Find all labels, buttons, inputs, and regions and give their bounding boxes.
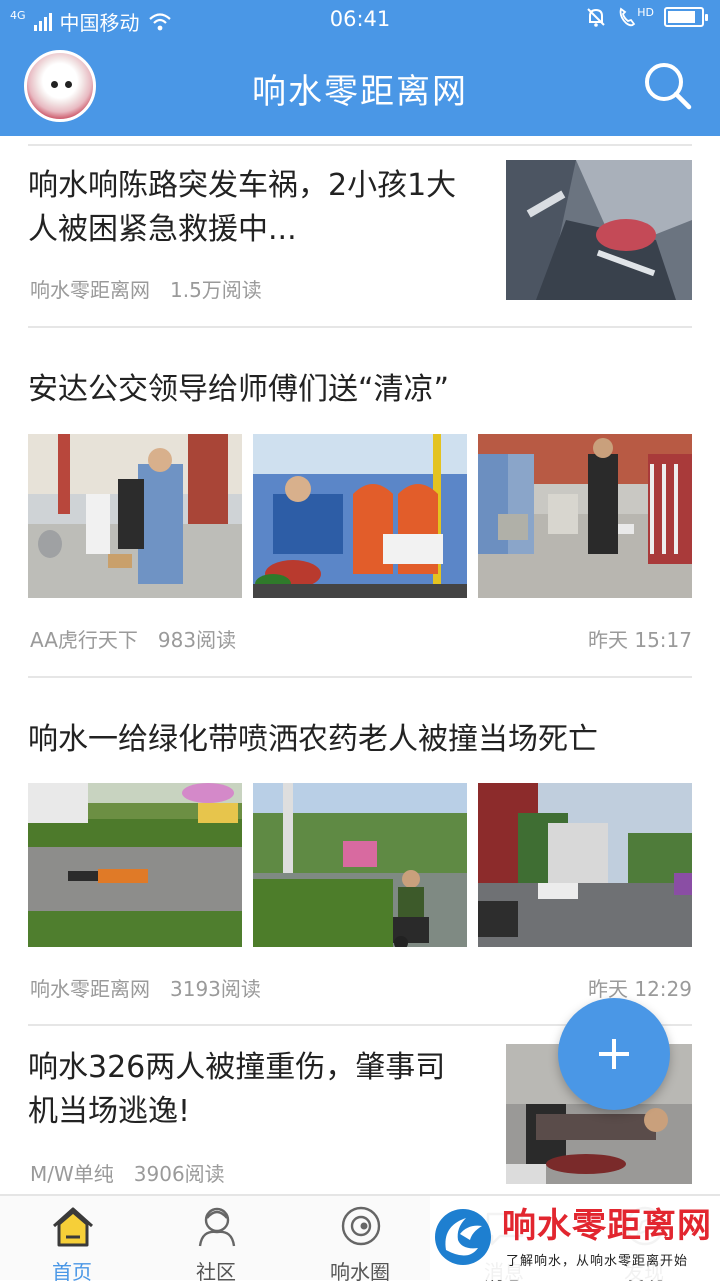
site-watermark: 响水零距离网 了解响水，从响水零距离开始: [430, 1196, 720, 1280]
article-source: 响水零距离网: [30, 977, 150, 1001]
page-title: 响水零距离网: [252, 72, 468, 112]
article-reads: 3193阅读: [170, 977, 261, 1001]
article-reads: 3906阅读: [133, 1162, 225, 1186]
article-time: 昨天 12:29: [588, 977, 692, 1001]
divider: [28, 326, 692, 328]
watermark-title: 响水零距离网: [502, 1206, 712, 1246]
home-icon: [52, 1207, 94, 1247]
article-thumbnail[interactable]: [506, 160, 692, 300]
community-icon: [198, 1207, 236, 1247]
article-photo[interactable]: [28, 783, 242, 947]
add-post-button[interactable]: [558, 998, 670, 1110]
hd-call-icon: HD: [617, 6, 654, 28]
article-reads: 983阅读: [157, 628, 237, 652]
divider: [28, 676, 692, 678]
circle-icon: [341, 1206, 381, 1246]
status-bar: 4G 中国移动 06:41 HD: [0, 0, 720, 38]
article-photo[interactable]: [253, 434, 467, 598]
tab-home[interactable]: 首页: [12, 1196, 132, 1284]
article-source: AA虎行天下: [30, 628, 138, 652]
tab-community[interactable]: 社区: [156, 1196, 276, 1284]
article-title-line: 响水响陈路突发车祸，2小孩1大: [28, 168, 457, 203]
article-source: 响水零距离网: [30, 278, 150, 302]
hd-label: HD: [637, 6, 654, 19]
article-meta: AA虎行天下 983阅读: [30, 624, 236, 653]
battery-fill: [668, 11, 696, 23]
watermark-logo-icon: [435, 1209, 491, 1265]
divider: [28, 144, 692, 146]
watermark-subtitle: 了解响水，从响水零距离开始: [506, 1254, 689, 1269]
article-meta: M/W单纯 3906阅读: [30, 1158, 225, 1187]
article-title-line: 响水326两人被撞重伤，肇事司: [28, 1050, 446, 1085]
tab-label: 响水圈: [330, 1260, 390, 1284]
article-time: 昨天 15:17: [588, 628, 692, 652]
article-title[interactable]: 安达公交领导给师傅们送“清凉”: [28, 368, 692, 412]
article-title-line: 机当场逃逸!: [28, 1094, 191, 1129]
tab-label: 首页: [52, 1260, 92, 1284]
app-header: 4G 中国移动 06:41 HD 响水零距离网: [0, 0, 720, 136]
tab-label: 社区: [196, 1260, 236, 1284]
article-title-line: 人被困紧急救援中...: [28, 212, 297, 247]
article-photo[interactable]: [253, 783, 467, 947]
article-meta: 响水零距离网 1.5万阅读: [30, 274, 262, 303]
bell-muted-icon: [587, 8, 605, 27]
article-title[interactable]: 响水响陈路突发车祸，2小孩1大 人被困紧急救援中...: [28, 164, 498, 252]
article-reads: 1.5万阅读: [170, 278, 262, 302]
article-photo[interactable]: [478, 783, 692, 947]
article-title[interactable]: 响水326两人被撞重伤，肇事司 机当场逃逸!: [28, 1046, 498, 1134]
article-meta: 响水零距离网 3193阅读: [30, 973, 261, 1002]
article-source: M/W单纯: [30, 1162, 114, 1186]
search-icon[interactable]: [642, 60, 694, 112]
tab-circle[interactable]: 响水圈: [300, 1196, 420, 1284]
article-photo[interactable]: [28, 434, 242, 598]
article-photo[interactable]: [478, 434, 692, 598]
status-right: HD: [585, 6, 708, 28]
battery-icon: [664, 7, 708, 27]
article-title[interactable]: 响水一给绿化带喷洒农药老人被撞当场死亡: [28, 718, 692, 762]
